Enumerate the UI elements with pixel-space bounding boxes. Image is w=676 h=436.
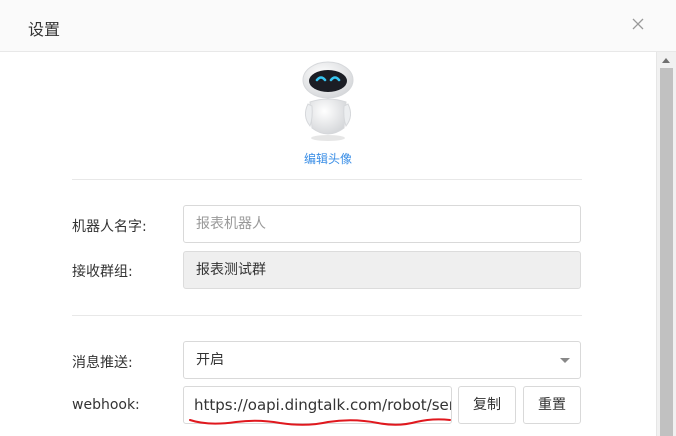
push-select-value: 开启 (196, 352, 224, 368)
scrollbar-thumb[interactable] (660, 68, 673, 436)
group-label: 接收群组: (72, 264, 133, 280)
push-label: 消息推送: (72, 355, 133, 371)
copy-button[interactable]: 复制 (458, 386, 516, 424)
vertical-scrollbar[interactable] (656, 52, 676, 436)
robot-avatar (302, 61, 354, 141)
chevron-down-icon (560, 358, 570, 363)
settings-dialog: 设置 编辑头像 机器人名字: 报表机器人 接收群组: 报表测试群 消息推送: 开… (0, 0, 676, 436)
webhook-label: webhook: (72, 397, 140, 413)
section-divider (72, 179, 582, 180)
push-select[interactable]: 开启 (183, 341, 581, 379)
red-underline-annotation (189, 418, 451, 426)
robot-name-label: 机器人名字: (72, 219, 147, 235)
scroll-up-arrow-icon[interactable] (662, 58, 670, 63)
robot-name-input[interactable]: 报表机器人 (183, 205, 581, 243)
group-field: 报表测试群 (183, 251, 581, 289)
edit-avatar-link[interactable]: 编辑头像 (0, 150, 656, 167)
close-icon[interactable] (628, 14, 648, 34)
dialog-title: 设置 (28, 20, 61, 39)
dialog-header: 设置 (0, 0, 676, 52)
section-divider (72, 315, 582, 316)
webhook-value: https://oapi.dingtalk.com/robot/send (194, 396, 452, 414)
reset-button[interactable]: 重置 (523, 386, 581, 424)
